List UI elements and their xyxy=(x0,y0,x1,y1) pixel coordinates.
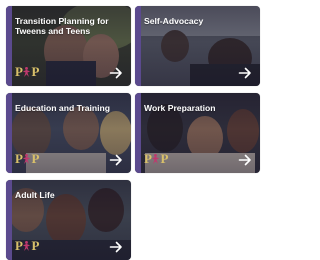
arrow-right-icon[interactable] xyxy=(109,66,123,80)
card-accent-bar xyxy=(135,93,141,173)
star-figure-icon xyxy=(152,153,160,164)
card-work-preparation[interactable]: Work Preparation P P xyxy=(135,93,260,173)
card-self-advocacy[interactable]: Self-Advocacy xyxy=(135,6,260,86)
card-accent-bar xyxy=(6,6,12,86)
card-title: Adult Life xyxy=(15,190,55,200)
card-education-training[interactable]: Education and Training P P xyxy=(6,93,131,173)
card-title: Work Preparation xyxy=(144,103,216,113)
card-title: Self-Advocacy xyxy=(144,16,204,26)
arrow-right-icon[interactable] xyxy=(109,153,123,167)
pap-logo: P P xyxy=(144,151,168,166)
star-figure-icon xyxy=(23,240,31,251)
card-transition-planning[interactable]: Transition Planning for Tweens and Teens… xyxy=(6,6,131,86)
star-figure-icon xyxy=(23,66,31,77)
arrow-right-icon[interactable] xyxy=(238,66,252,80)
arrow-right-icon[interactable] xyxy=(109,240,123,254)
card-title: Transition Planning for Tweens and Teens xyxy=(15,16,109,36)
card-accent-bar xyxy=(135,6,141,86)
star-figure-icon xyxy=(23,153,31,164)
card-title: Education and Training xyxy=(15,103,111,113)
pap-logo: P P xyxy=(15,238,39,253)
pap-logo: P P xyxy=(15,64,39,79)
card-adult-life[interactable]: Adult Life P P xyxy=(6,180,131,260)
card-accent-bar xyxy=(6,180,12,260)
arrow-right-icon[interactable] xyxy=(238,153,252,167)
pap-logo: P P xyxy=(15,151,39,166)
card-accent-bar xyxy=(6,93,12,173)
